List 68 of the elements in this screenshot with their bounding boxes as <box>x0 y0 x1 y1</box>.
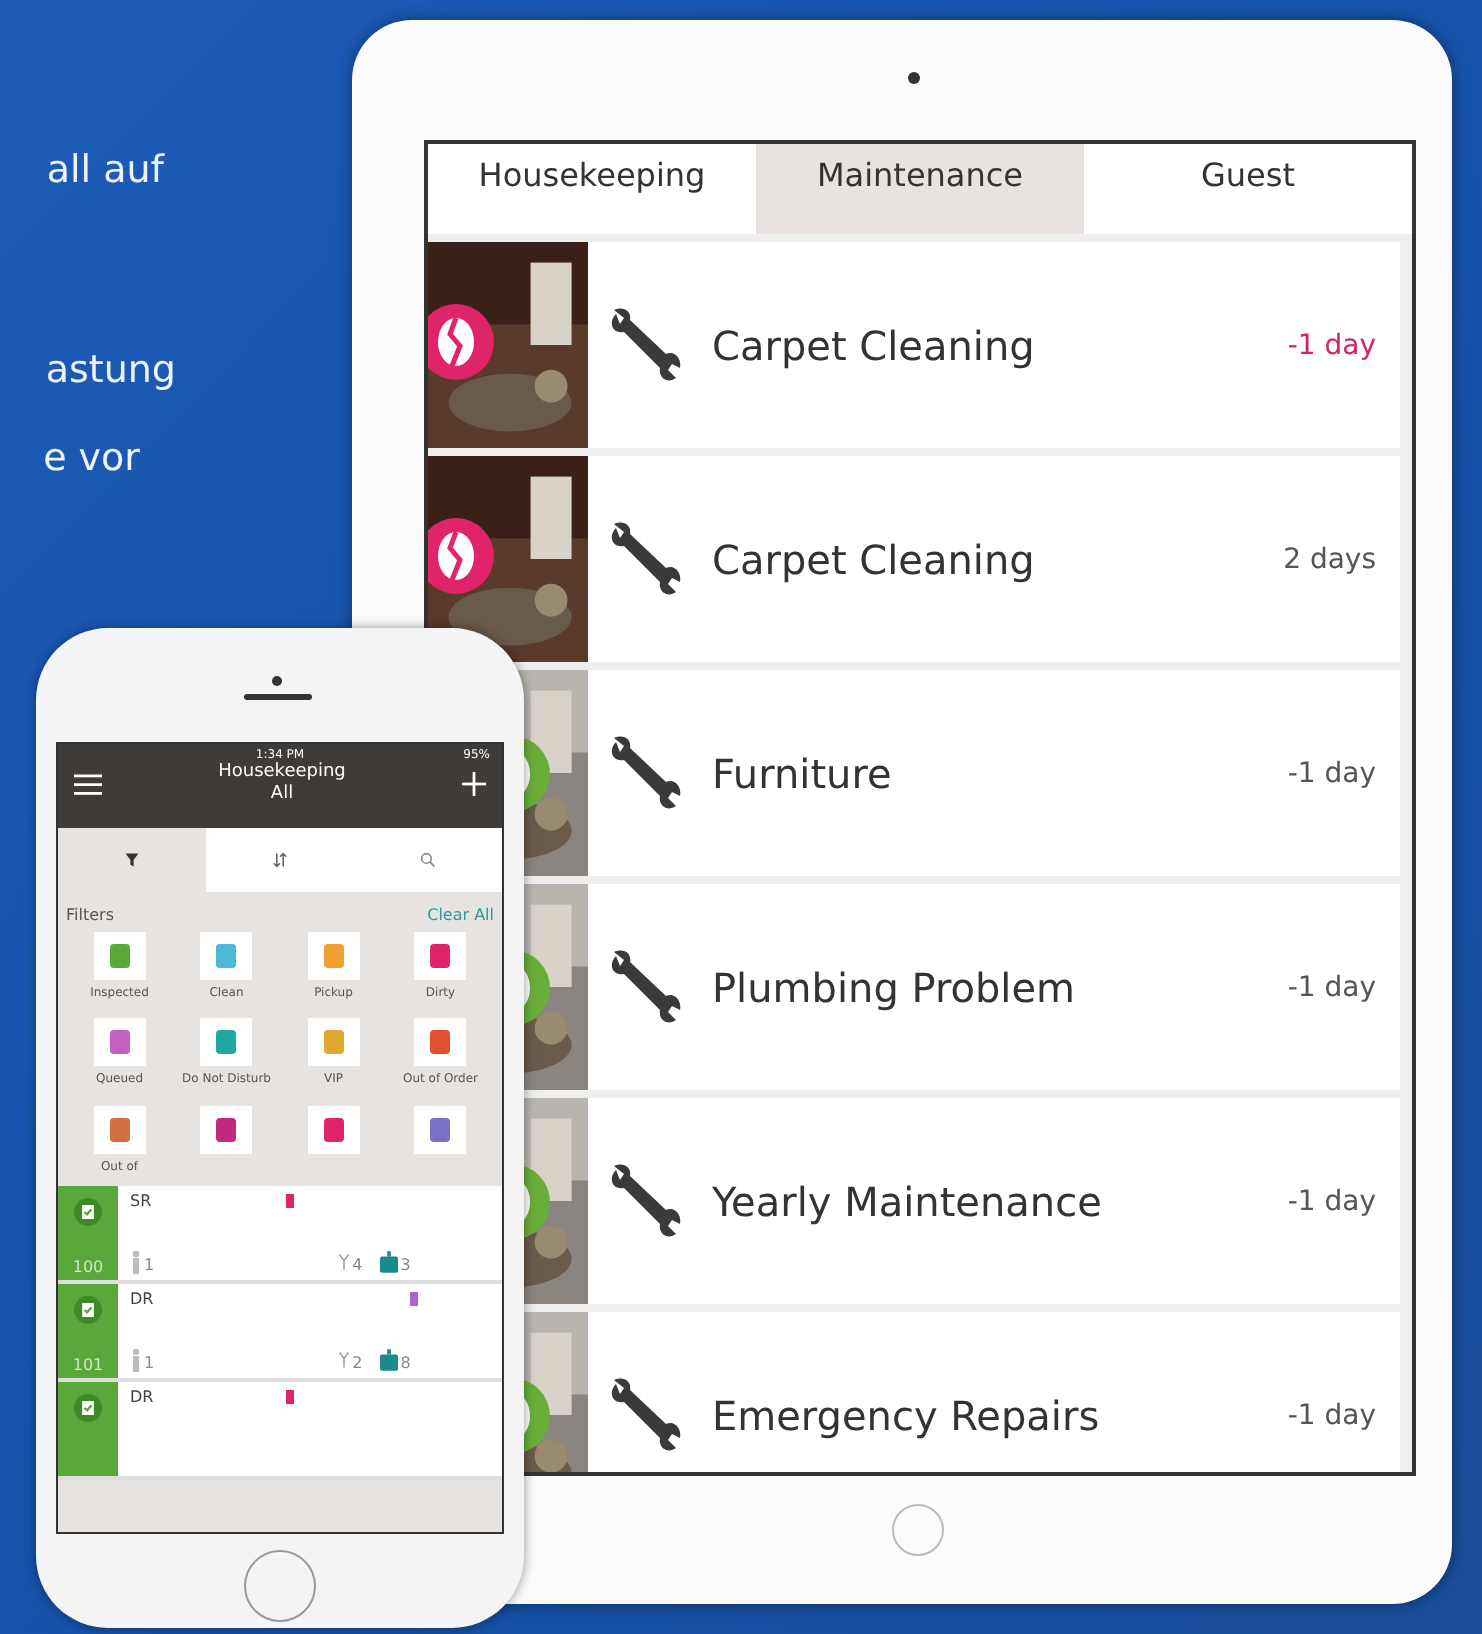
tool-icon <box>338 1348 351 1372</box>
tab[interactable]: Maintenance <box>756 144 1084 234</box>
intro-text: e vor <box>43 436 140 480</box>
search-icon <box>420 852 436 868</box>
due-label: -1 day <box>1287 757 1376 789</box>
bag-count: 3 <box>400 1256 411 1274</box>
guest-count: 1 <box>144 1256 155 1274</box>
room-number: 100 <box>72 1258 104 1276</box>
due-label: -1 day <box>1287 971 1376 1003</box>
task-title: Carpet Cleaning <box>712 535 1037 583</box>
due-label: -1 day <box>1287 1399 1376 1431</box>
home-button[interactable] <box>244 1550 316 1622</box>
person-icon <box>130 1348 142 1372</box>
screen-title[interactable]: Housekeeping <box>218 762 346 784</box>
menu-icon[interactable] <box>74 773 102 795</box>
clipboard-check-icon <box>74 1394 102 1422</box>
filter-option[interactable] <box>200 1018 253 1067</box>
task-row[interactable]: Emergency Repairs -1 day <box>588 1312 1400 1472</box>
screen-subtitle: All <box>270 784 294 806</box>
filter-option[interactable] <box>414 1018 467 1067</box>
filter-option[interactable] <box>307 1105 360 1154</box>
room-row[interactable]: DR <box>58 1382 502 1480</box>
room-row[interactable]: 101 DR 1 2 8 <box>58 1284 502 1382</box>
task-row[interactable]: Yearly Maintenance -1 day <box>588 1098 1400 1304</box>
due-label: -1 day <box>1287 1185 1376 1217</box>
filter-option[interactable] <box>93 1018 146 1067</box>
task-row[interactable]: Carpet Cleaning -1 day <box>588 242 1400 448</box>
task-title: Furniture <box>712 749 894 797</box>
sort-icon <box>272 852 288 868</box>
tool-icon <box>338 1250 351 1274</box>
tool-count: 4 <box>352 1256 363 1274</box>
tool-count: 2 <box>352 1354 363 1372</box>
task-row[interactable]: Plumbing Problem -1 day <box>588 884 1400 1090</box>
add-icon[interactable] <box>462 772 486 796</box>
filter-option[interactable] <box>93 1105 146 1154</box>
task-row[interactable]: Furniture -1 day <box>588 670 1400 876</box>
room-type: SR <box>130 1192 152 1210</box>
filter-option[interactable] <box>414 932 467 980</box>
bag-icon <box>380 1348 399 1372</box>
intro-text: all auf <box>46 148 164 192</box>
clipboard-check-icon <box>74 1198 102 1226</box>
task-title: Plumbing Problem <box>712 963 1078 1011</box>
guest-count: 1 <box>144 1354 155 1372</box>
filter-option[interactable] <box>414 1105 467 1154</box>
filters-heading: Filters <box>66 906 114 924</box>
task-title: Carpet Cleaning <box>712 321 1037 369</box>
bag-icon <box>380 1250 399 1274</box>
task-row[interactable]: Carpet Cleaning 2 days <box>588 456 1400 662</box>
filter-option[interactable] <box>200 1105 253 1154</box>
home-button[interactable] <box>892 1504 944 1556</box>
room-type: DR <box>130 1290 154 1308</box>
due-label: 2 days <box>1283 543 1376 575</box>
room-number: 101 <box>72 1356 104 1374</box>
room-type: DR <box>130 1388 154 1406</box>
filter-option[interactable] <box>200 932 253 980</box>
due-label: -1 day <box>1287 329 1376 361</box>
task-title: Emergency Repairs <box>712 1391 1102 1439</box>
camera-dot <box>908 72 920 84</box>
filter-icon <box>124 852 140 868</box>
person-icon <box>130 1250 142 1274</box>
intro-text: astung <box>45 348 176 392</box>
camera-dot <box>272 676 282 686</box>
filter-option[interactable] <box>93 932 146 980</box>
speaker-grille <box>244 694 312 700</box>
clipboard-check-icon <box>74 1296 102 1324</box>
task-title: Yearly Maintenance <box>712 1177 1104 1225</box>
bag-count: 8 <box>400 1354 411 1372</box>
room-row[interactable]: 100 SR 1 4 3 <box>58 1186 502 1284</box>
